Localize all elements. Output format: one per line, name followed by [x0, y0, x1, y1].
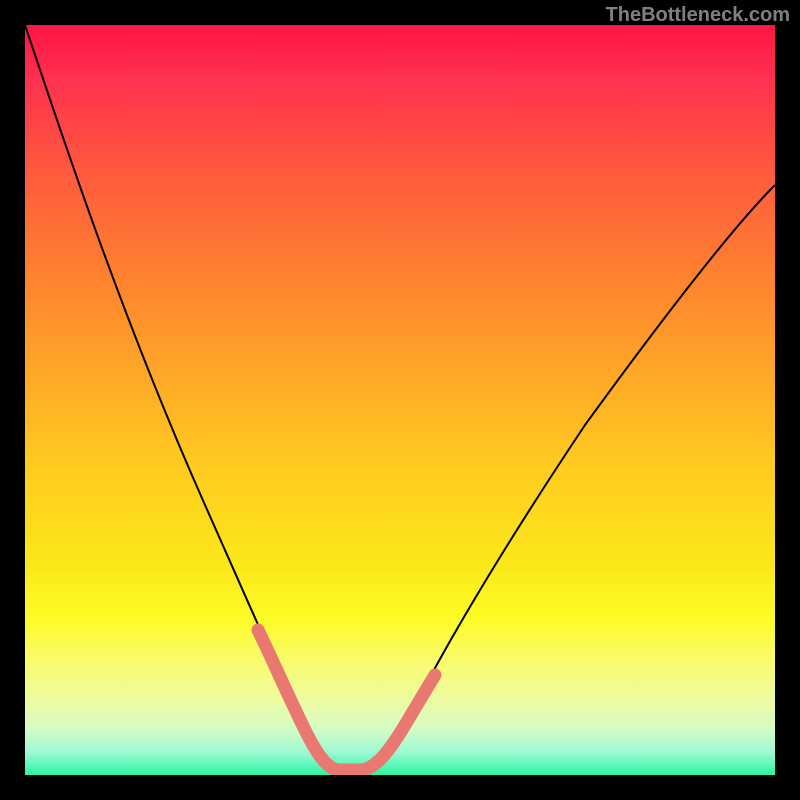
- primary-curve: [25, 25, 775, 770]
- plot-frame: [25, 25, 775, 775]
- left-marker: [258, 630, 337, 770]
- curve-svg: [25, 25, 775, 775]
- right-marker: [363, 675, 435, 770]
- chart-wrapper: TheBottleneck.com: [0, 0, 800, 800]
- watermark-text: TheBottleneck.com: [606, 4, 790, 27]
